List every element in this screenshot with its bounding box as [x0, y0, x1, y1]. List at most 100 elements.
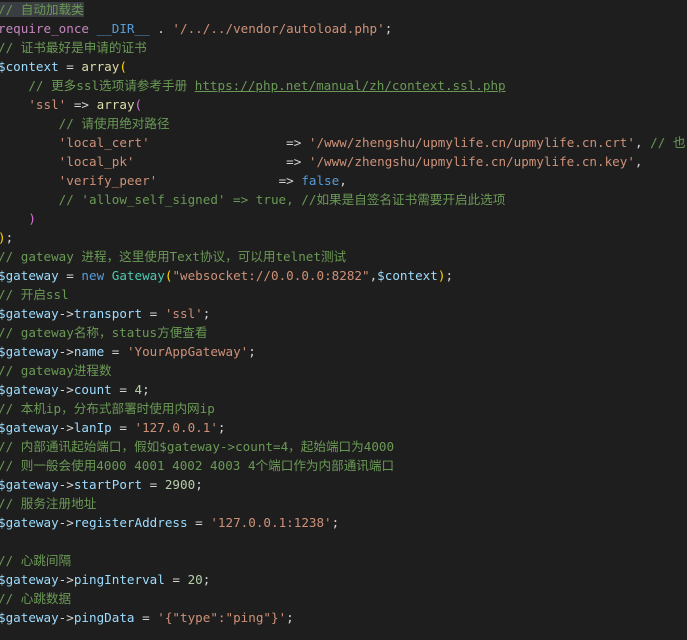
code-token: ) [28, 211, 36, 226]
code-token: ; [202, 306, 211, 321]
code-line[interactable]: // 心跳数据 [0, 589, 71, 608]
code-line[interactable]: $gateway = new Gateway("websocket://0.0.… [0, 266, 453, 285]
code-token: new [81, 268, 105, 283]
code-line[interactable]: // 开启ssl [0, 285, 69, 304]
code-line[interactable]: // 更多ssl选项请参考手册 https://php.net/manual/z… [0, 76, 506, 95]
code-token: ; [195, 477, 203, 492]
code-line[interactable]: 'verify_peer' => false, [0, 171, 347, 190]
code-token: '127.0.0.1:1238' [210, 515, 332, 530]
code-token: 'verify_peer' [58, 173, 158, 188]
code-token: // 则一般会使用4000 4001 4002 4003 4个端口作为内部通讯端… [0, 458, 395, 473]
code-token: ; [217, 420, 226, 435]
code-line[interactable]: ); [0, 228, 13, 247]
code-line[interactable]: // 'allow_self_signed' => true, //如果是自签名… [0, 190, 506, 209]
code-token: // 心跳间隔 [0, 553, 72, 568]
code-line[interactable]: $gateway->pingData = '{"type":"ping"}'; [0, 608, 294, 627]
code-line[interactable]: $gateway->startPort = 2900; [0, 475, 203, 494]
code-token: -> [58, 572, 74, 587]
code-token: https://php.net/manual/zh/context.ssl.ph… [194, 78, 506, 93]
code-token: $gateway [0, 268, 59, 283]
code-token: // 更多ssl选项请参考手册 [28, 78, 195, 93]
code-token: // 服务注册地址 [0, 496, 97, 511]
code-token: $gateway [0, 420, 59, 435]
code-token: = [142, 306, 165, 321]
code-token: lanIp [73, 420, 112, 435]
code-token: = [58, 268, 82, 283]
code-line[interactable]: 'local_cert' => '/www/zhengshu/upmylife.… [0, 133, 686, 152]
code-token: , [339, 173, 347, 188]
code-line[interactable]: // 内部通讯起始端口，假如$gateway->count=4，起始端口为400… [0, 437, 394, 456]
code-line[interactable]: $gateway->registerAddress = '127.0.0.1:1… [0, 513, 339, 532]
code-token: ; [331, 515, 340, 530]
code-token: = [111, 420, 135, 435]
code-token: 4 [134, 382, 143, 397]
code-token: require_once [0, 21, 89, 36]
code-line[interactable]: // 请使用绝对路径 [0, 114, 170, 133]
code-line[interactable]: // 本机ip，分布式部署时使用内网ip [0, 399, 215, 418]
code-token: 'local_pk' [58, 154, 135, 169]
code-editor[interactable]: // 自动加载类 require_once __DIR__ . '/../../v… [0, 0, 687, 640]
code-line[interactable]: $gateway->count = 4; [0, 380, 150, 399]
code-token: 'YourAppGateway' [126, 344, 249, 359]
code-token: 'ssl' [28, 97, 67, 112]
code-token: = [142, 477, 165, 492]
code-token: '/www/zhengshu/upmylife.cn/upmylife.cn.c… [308, 135, 635, 150]
code-token: -> [58, 344, 74, 359]
code-line[interactable]: $gateway->pingInterval = 20; [0, 570, 210, 589]
code-token: -> [58, 610, 74, 625]
code-token: -> [58, 306, 74, 321]
code-line[interactable]: $gateway->lanIp = '127.0.0.1'; [0, 418, 226, 437]
code-token: 20 [187, 572, 203, 587]
code-token: -> [58, 477, 74, 492]
code-token: startPort [73, 477, 143, 492]
code-token: Gateway [111, 268, 165, 283]
code-token: '/../../vendor/autoload.php' [172, 21, 385, 36]
code-token: name [73, 344, 105, 359]
code-token: = [58, 59, 82, 74]
code-token: array [96, 97, 135, 112]
code-token: // gateway进程数 [0, 363, 112, 378]
code-token: ; [248, 344, 256, 359]
code-line[interactable]: 'local_pk' => '/www/zhengshu/upmylife.cn… [0, 152, 643, 171]
code-line[interactable]: $context = array( [0, 57, 127, 76]
code-line[interactable]: // gateway进程数 [0, 361, 112, 380]
code-token: // gateway名称，status方便查看 [0, 325, 208, 340]
code-token: -> [58, 420, 74, 435]
code-line[interactable]: // gateway名称，status方便查看 [0, 323, 207, 342]
code-token: registerAddress [73, 515, 188, 530]
code-token: , [634, 135, 651, 150]
code-token: pingData [73, 610, 135, 625]
code-line[interactable]: $gateway->transport = 'ssl'; [0, 304, 210, 323]
code-line[interactable]: require_once __DIR__ . '/../../vendor/au… [0, 19, 392, 38]
code-line[interactable]: // 服务注册地址 [0, 494, 96, 513]
code-line[interactable]: // 心跳间隔 [0, 551, 71, 570]
code-token: = [187, 515, 211, 530]
code-token: // gateway 进程，这里使用Text协议，可以用telnet测试 [0, 249, 347, 264]
code-token: ; [286, 610, 294, 625]
code-token: 'local_cert' [58, 135, 150, 150]
code-token: => [149, 135, 309, 150]
code-token: ; [445, 268, 454, 283]
code-token: $gateway [0, 344, 59, 359]
code-line[interactable]: // 证书最好是申请的证书 [0, 38, 147, 57]
code-token: '/www/zhengshu/upmylife.cn/upmylife.cn.k… [308, 154, 635, 169]
code-token: ( [119, 59, 127, 74]
code-token: ( [134, 97, 143, 112]
code-line[interactable]: // 则一般会使用4000 4001 4002 4003 4个端口作为内部通讯端… [0, 456, 394, 475]
code-token: transport [73, 306, 143, 321]
code-line[interactable]: // gateway 进程，这里使用Text协议，可以用telnet测试 [0, 247, 346, 266]
code-token: ; [384, 21, 393, 36]
code-token: __DIR__ [96, 21, 150, 36]
code-line[interactable]: 'ssl' => array( [0, 95, 142, 114]
code-line[interactable]: // 自动加载类 [0, 0, 84, 19]
code-token: ; [202, 572, 211, 587]
code-token: $gateway [0, 306, 59, 321]
code-line[interactable]: ) [0, 209, 36, 228]
code-token: $context [0, 59, 59, 74]
code-line[interactable]: $gateway->name = 'YourAppGateway'; [0, 342, 256, 361]
